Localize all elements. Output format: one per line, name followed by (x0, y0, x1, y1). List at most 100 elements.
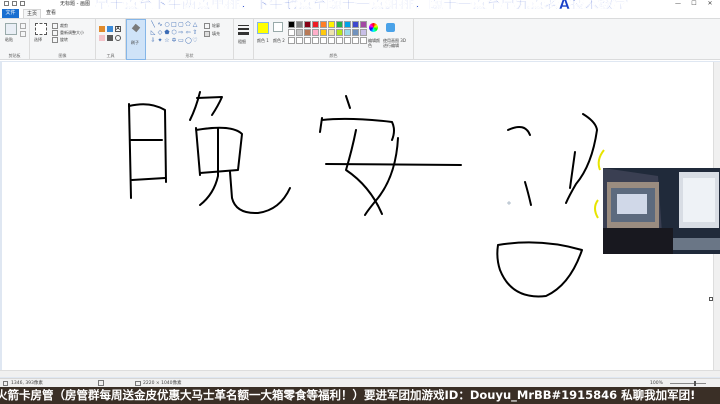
rotate-button[interactable]: 旋转 (60, 37, 68, 43)
rounded-rect-shape-icon[interactable]: ▢ (178, 22, 184, 28)
palette-swatch[interactable] (288, 21, 295, 28)
pentagon-shape-icon[interactable]: ⬟ (164, 30, 170, 36)
palette-swatch[interactable] (304, 37, 311, 44)
text-icon[interactable]: A (115, 26, 121, 32)
palette-swatch[interactable] (312, 21, 319, 28)
callout-oval-shape-icon[interactable]: ◯ (185, 38, 192, 44)
rotate-icon[interactable] (52, 37, 58, 43)
palette-swatch[interactable] (336, 29, 343, 36)
crop-button[interactable]: 裁剪 (60, 23, 68, 29)
palette-swatch[interactable] (296, 37, 303, 44)
arrow-left-shape-icon[interactable]: ⇦ (185, 30, 191, 36)
palette-swatch[interactable] (328, 37, 335, 44)
palette-swatch[interactable] (344, 21, 351, 28)
star5-shape-icon[interactable]: ☆ (164, 38, 170, 44)
tab-file[interactable]: 文件 (2, 9, 19, 18)
color1-label: 颜色 1 (257, 38, 269, 43)
select-icon[interactable] (35, 23, 47, 35)
crop-icon[interactable] (52, 23, 58, 29)
color-picker-icon[interactable] (107, 35, 113, 41)
select-button[interactable]: 选择 (34, 37, 42, 43)
palette-swatch[interactable] (352, 29, 359, 36)
palette-swatch[interactable] (304, 29, 311, 36)
canvas-resize-handle-corner[interactable] (709, 297, 713, 301)
edit-colors-button[interactable]: 编辑颜色 (368, 38, 380, 48)
color1-swatch[interactable] (257, 22, 269, 34)
palette-swatch[interactable] (352, 21, 359, 28)
maximize-button[interactable]: ☐ (686, 0, 702, 8)
palette-swatch[interactable] (304, 21, 311, 28)
palette-swatch[interactable] (336, 21, 343, 28)
webcam-overlay (603, 168, 720, 254)
paint-window: 无标题 - 画图 — ☐ ✕ 早十点至下午两点单排，下午七点至晚十一点组排，晚十… (0, 0, 720, 404)
palette-swatch[interactable] (352, 37, 359, 44)
palette-swatch[interactable] (288, 37, 295, 44)
edit-colors-icon[interactable] (369, 23, 378, 32)
close-button[interactable]: ✕ (702, 0, 718, 8)
line-shape-icon[interactable]: ╲ (150, 22, 156, 28)
right-triangle-shape-icon[interactable]: ◺ (150, 30, 156, 36)
horizontal-scrollbar[interactable] (0, 370, 720, 377)
resize-icon[interactable] (52, 30, 58, 36)
palette-swatch[interactable] (312, 37, 319, 44)
polygon-shape-icon[interactable]: ⬠ (185, 22, 191, 28)
palette-swatch[interactable] (320, 37, 327, 44)
paste-icon[interactable] (5, 23, 17, 35)
triangle-shape-icon[interactable]: △ (192, 22, 198, 28)
palette-swatch[interactable] (296, 21, 303, 28)
oval-shape-icon[interactable]: ○ (164, 22, 170, 28)
fill-button[interactable]: 填充 (212, 31, 220, 37)
diamond-shape-icon[interactable]: ◇ (157, 30, 163, 36)
resize-button[interactable]: 重新调整大小 (60, 30, 84, 36)
cut-icon[interactable] (20, 23, 26, 29)
fill-icon[interactable] (107, 26, 113, 32)
colors-group-label: 颜色 (329, 53, 338, 58)
copy-icon[interactable] (20, 31, 26, 37)
tools-group-label: 工具 (106, 53, 115, 58)
star6-shape-icon[interactable]: ✡ (171, 38, 177, 44)
zoom-slider-thumb[interactable] (694, 381, 696, 386)
arrow-down-shape-icon[interactable]: ⇩ (150, 38, 156, 44)
eraser-icon[interactable] (99, 35, 105, 41)
palette-swatch[interactable] (328, 29, 335, 36)
palette-swatch[interactable] (360, 21, 367, 28)
hexagon-shape-icon[interactable]: ⬡ (171, 30, 177, 36)
arrow-up-shape-icon[interactable]: ⇧ (192, 30, 198, 36)
palette-swatch[interactable] (360, 37, 367, 44)
palette-swatch[interactable] (288, 29, 295, 36)
palette-swatch[interactable] (360, 29, 367, 36)
color2-swatch[interactable] (273, 22, 283, 32)
colors-group: 颜色 1 颜色 2 编辑颜色 使用画图 3D 进行编辑 颜色 (254, 19, 414, 60)
arrow-right-shape-icon[interactable]: ⇨ (178, 30, 184, 36)
outline-button[interactable]: 轮廓 (212, 23, 220, 29)
heart-shape-icon[interactable]: ♡ (192, 38, 198, 44)
magnifier-icon[interactable] (115, 35, 121, 41)
star4-shape-icon[interactable]: ✦ (157, 38, 163, 44)
palette-swatch[interactable] (320, 21, 327, 28)
rectangle-shape-icon[interactable]: □ (171, 22, 177, 28)
palette-swatch[interactable] (312, 29, 319, 36)
palette-swatch[interactable] (336, 37, 343, 44)
paint3d-button[interactable]: 使用画图 3D 进行编辑 (383, 38, 411, 48)
shapes-group-label: 形状 (185, 53, 194, 58)
curve-shape-icon[interactable]: ∿ (157, 22, 163, 28)
pencil-icon[interactable] (99, 26, 105, 32)
palette-swatch[interactable] (344, 37, 351, 44)
undo-icon[interactable] (12, 1, 17, 6)
paste-button[interactable]: 粘贴 (5, 37, 13, 43)
zoom-slider[interactable] (670, 383, 706, 384)
save-icon[interactable] (4, 1, 9, 6)
palette-swatch[interactable] (320, 29, 327, 36)
palette-swatch[interactable] (328, 21, 335, 28)
tools-group: A 工具 (96, 19, 126, 60)
tab-view[interactable]: 查看 (42, 9, 60, 18)
callout-rect-shape-icon[interactable]: ▭ (178, 38, 184, 44)
redo-icon[interactable] (20, 1, 25, 6)
palette-swatch[interactable] (344, 29, 351, 36)
tab-home[interactable]: 主页 (23, 9, 41, 18)
minimize-button[interactable]: — (670, 0, 686, 8)
palette-swatch[interactable] (296, 29, 303, 36)
brushes-button[interactable]: 刷子 (126, 19, 146, 60)
size-button[interactable]: 粗细 (234, 19, 254, 60)
paint3d-icon[interactable] (386, 23, 395, 32)
